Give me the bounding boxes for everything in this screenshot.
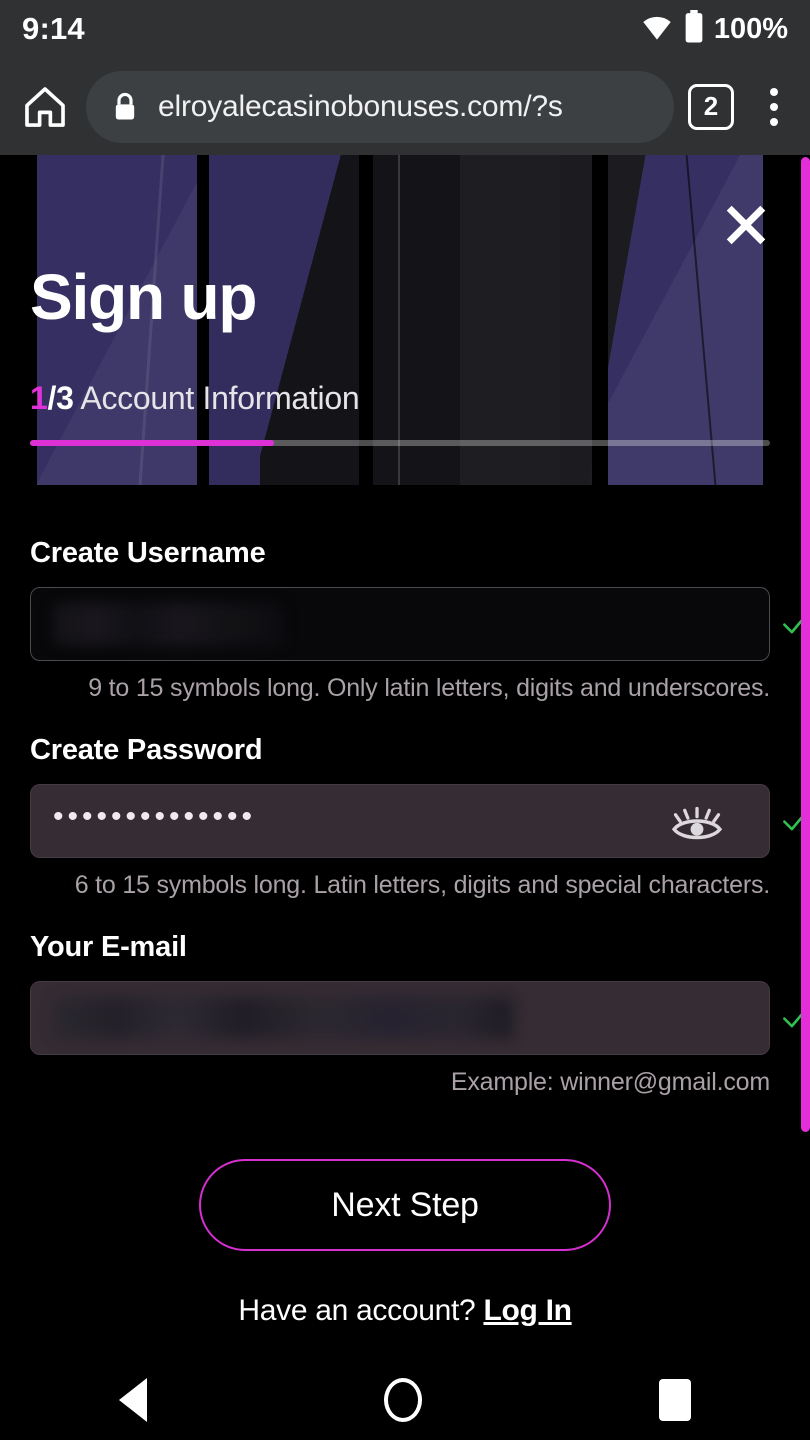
- email-input[interactable]: [30, 981, 770, 1055]
- next-step-button[interactable]: Next Step: [199, 1159, 611, 1251]
- phone-screen: 9:14 100% elroyalecasinobonuses.com/?s 2…: [0, 0, 810, 1440]
- field-email: Your E-mail Example: winner@gmail.com: [30, 931, 807, 1097]
- email-helper-text: Example: winner@gmail.com: [450, 1068, 770, 1096]
- page-title: Sign up: [30, 261, 257, 333]
- username-input[interactable]: [30, 587, 770, 661]
- menu-dot: [770, 117, 778, 126]
- battery-icon: [683, 9, 705, 49]
- email-label: Your E-mail: [30, 931, 187, 963]
- password-label: Create Password: [30, 734, 263, 766]
- step-indicator: 1/3 Account Information: [30, 380, 360, 417]
- signup-hero: Sign up 1/3 Account Information: [0, 155, 810, 485]
- password-masked-value: ••••••••••••••: [53, 800, 257, 833]
- close-icon[interactable]: [722, 201, 770, 249]
- android-nav-bar: [0, 1360, 810, 1440]
- step-label: Account Information: [73, 380, 360, 416]
- web-page-content: Sign up 1/3 Account Information Create U…: [0, 155, 810, 1360]
- status-bar: 9:14 100%: [0, 0, 810, 58]
- email-value-redacted: [53, 997, 513, 1039]
- browser-toolbar: elroyalecasinobonuses.com/?s 2: [0, 58, 810, 155]
- menu-dot: [770, 87, 778, 96]
- tab-counter-button[interactable]: 2: [688, 83, 734, 130]
- step-total: /3: [47, 380, 74, 416]
- recents-square-icon[interactable]: [659, 1379, 692, 1421]
- home-circle-icon[interactable]: [383, 1378, 422, 1422]
- home-icon[interactable]: [14, 76, 76, 138]
- tab-count-label: 2: [703, 91, 719, 121]
- battery-percent: 100%: [713, 12, 788, 45]
- progress-bar: [30, 440, 770, 446]
- password-helper-text: 6 to 15 symbols long. Latin letters, dig…: [74, 871, 771, 899]
- page-scrollbar[interactable]: [801, 157, 810, 1132]
- password-input-row: ••••••••••••••: [30, 784, 807, 858]
- menu-dot: [770, 102, 778, 111]
- wifi-icon: [640, 13, 674, 46]
- login-link[interactable]: Log In: [483, 1294, 571, 1327]
- username-input-row: [30, 587, 807, 661]
- username-helper-text: 9 to 15 symbols long. Only latin letters…: [88, 674, 770, 702]
- login-prompt: Have an account? Log In: [30, 1294, 780, 1328]
- lock-icon: [112, 92, 138, 122]
- signup-form: Create Username 9 to 15 symbols long. On…: [0, 485, 810, 1328]
- eye-icon[interactable]: [669, 799, 725, 843]
- username-label: Create Username: [30, 537, 266, 569]
- overflow-menu-icon[interactable]: [752, 77, 796, 137]
- back-triangle-icon[interactable]: [118, 1378, 147, 1422]
- email-input-row: [30, 981, 807, 1055]
- hero-foreground: Sign up 1/3 Account Information: [0, 155, 810, 485]
- field-password: Create Password •••••••••••••• 6 to 15 s…: [30, 734, 807, 900]
- password-input[interactable]: ••••••••••••••: [30, 784, 770, 858]
- step-current: 1: [30, 380, 48, 416]
- status-clock: 9:14: [22, 11, 85, 46]
- url-bar[interactable]: elroyalecasinobonuses.com/?s: [86, 70, 674, 143]
- login-prompt-text: Have an account?: [238, 1294, 484, 1327]
- username-value-redacted: [53, 603, 283, 645]
- url-text: elroyalecasinobonuses.com/?s: [158, 89, 563, 123]
- next-step-container: Next Step: [30, 1159, 780, 1251]
- field-username: Create Username 9 to 15 symbols long. On…: [30, 537, 807, 703]
- status-indicators: 100%: [640, 9, 788, 49]
- progress-bar-fill: [30, 440, 275, 446]
